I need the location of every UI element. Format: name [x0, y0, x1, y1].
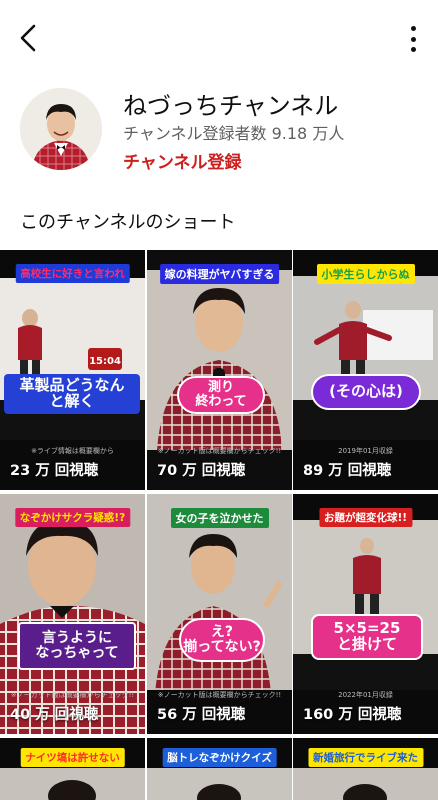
short-view-count: 40 万 回視聴 — [10, 707, 99, 723]
subscriber-count: チャンネル登録者数 9.18 万人 — [123, 124, 345, 143]
short-tile[interactable]: ナイツ塙は許せない — [0, 738, 145, 800]
short-caption: ナイツ塙は許せない — [20, 748, 125, 767]
short-caption: 嫁の料理がヤバすぎる — [159, 264, 280, 284]
short-tile[interactable]: 新婚旅行でライブ来た — [293, 738, 438, 800]
short-caption: 小学生らしからぬ — [316, 264, 415, 284]
short-overlay-text: え? 揃ってない? — [179, 618, 265, 662]
short-caption: 高校生に好きと言われ — [15, 264, 130, 283]
short-tile[interactable]: 嫁の料理がヤバすぎる 測り 終わって ※ノーカット版は概要欄からチェック!! 70… — [147, 250, 292, 490]
short-view-count: 56 万 回視聴 — [157, 707, 246, 723]
short-caption: 女の子を泣かせた — [170, 508, 269, 528]
short-note: 2022年01月収録 — [338, 691, 393, 699]
channel-avatar[interactable] — [20, 88, 102, 170]
short-note: ※ノーカット版は概要欄からチェック!! — [157, 447, 282, 455]
channel-name: ねづっちチャンネル — [123, 92, 339, 120]
short-caption: 新婚旅行でライブ来た — [308, 748, 423, 767]
avatar-image — [20, 88, 102, 170]
short-tile[interactable]: なぞかけサクラ疑惑!? 言うように なっちゃって ※ノーカット版は概要欄からチェッ… — [0, 494, 145, 734]
top-bar — [0, 0, 438, 78]
short-caption: なぞかけサクラ疑惑!? — [14, 508, 131, 527]
short-caption: お題が超変化球!! — [318, 508, 413, 527]
more-options-button[interactable] — [408, 26, 418, 52]
short-overlay-text: (その心は) — [311, 374, 421, 410]
short-caption: 脳トレなぞかけクイズ — [162, 748, 277, 767]
svg-text:15:04: 15:04 — [89, 356, 121, 367]
short-tile[interactable]: 15:04 高校生に好きと言われ 革製品どうなん と解く ※ライブ情報は概要欄から… — [0, 250, 145, 490]
short-tile[interactable]: 女の子を泣かせた え? 揃ってない? ※ノーカット版は概要欄からチェック!! 56… — [147, 494, 292, 734]
short-tile[interactable]: 脳トレなぞかけクイズ — [147, 738, 292, 800]
short-view-count: 89 万 回視聴 — [303, 463, 392, 479]
short-note: ※ノーカット版は概要欄からチェック!! — [10, 691, 135, 699]
short-overlay-text: 測り 終わって — [177, 376, 265, 414]
short-overlay-text: 5×5=25 と掛けて — [311, 614, 423, 660]
chevron-left-icon — [20, 24, 36, 52]
short-view-count: 70 万 回視聴 — [157, 463, 246, 479]
channel-header: ねづっちチャンネル チャンネル登録者数 9.18 万人 チャンネル登録 — [0, 78, 438, 188]
short-view-count: 160 万 回視聴 — [303, 707, 402, 723]
short-view-count: 23 万 回視聴 — [10, 463, 99, 479]
short-note: ※ライブ情報は概要欄から — [31, 447, 114, 455]
back-button[interactable] — [14, 22, 44, 54]
short-tile[interactable]: 小学生らしからぬ (その心は) 2019年01月収録 89 万 回視聴 — [293, 250, 438, 490]
short-note: 2019年01月収録 — [338, 447, 393, 455]
short-note: ※ノーカット版は概要欄からチェック!! — [157, 691, 282, 699]
more-vertical-icon — [410, 26, 416, 31]
short-tile[interactable]: お題が超変化球!! 5×5=25 と掛けて 2022年01月収録 160 万 回視… — [293, 494, 438, 734]
short-overlay-text: 言うように なっちゃって — [18, 622, 136, 670]
subscribe-button[interactable]: チャンネル登録 — [123, 148, 242, 173]
short-overlay-text: 革製品どうなん と解く — [4, 374, 140, 414]
shorts-section-title: このチャンネルのショート — [20, 212, 236, 233]
